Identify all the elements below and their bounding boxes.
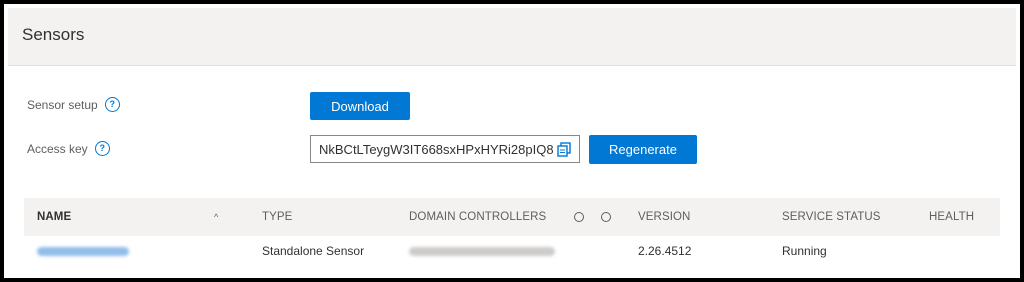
- access-key-field[interactable]: NkBCtLTeygW3IT668sxHPxHYRi28pIQ8: [310, 135, 580, 163]
- domain-controller-value: [409, 240, 555, 262]
- sensor-service-status: Running: [782, 244, 827, 258]
- sort-ascending-icon[interactable]: ^: [214, 198, 218, 236]
- column-options-icon[interactable]: [574, 198, 584, 236]
- copy-icon[interactable]: [555, 140, 573, 158]
- download-button[interactable]: Download: [310, 92, 410, 120]
- column-header-version[interactable]: VERSION: [638, 198, 690, 236]
- page-title: Sensors: [22, 25, 85, 44]
- help-icon[interactable]: ?: [94, 141, 110, 156]
- sensors-table-header: NAME ^ TYPE DOMAIN CONTROLLERS VERSION S…: [24, 198, 1000, 236]
- column-options-icon[interactable]: [601, 198, 611, 236]
- access-key-row: Access key ?: [27, 141, 110, 156]
- column-header-health[interactable]: HEALTH: [929, 198, 974, 236]
- sensor-setup-row: Sensor setup ?: [27, 97, 120, 112]
- sensors-panel: Sensors Sensor setup ? Download Access k…: [0, 0, 1024, 282]
- redacted-domain-controller: [409, 246, 555, 256]
- sensor-type: Standalone Sensor: [262, 244, 365, 258]
- sensor-version: 2.26.4512: [638, 244, 692, 258]
- column-header-domain-controllers[interactable]: DOMAIN CONTROLLERS: [409, 198, 546, 236]
- regenerate-button[interactable]: Regenerate: [589, 135, 697, 164]
- sensor-name-link[interactable]: [37, 240, 129, 262]
- page-header: Sensors: [8, 8, 1016, 66]
- sensor-setup-label: Sensor setup: [27, 97, 98, 112]
- help-icon[interactable]: ?: [104, 97, 120, 112]
- access-key-label: Access key: [27, 141, 88, 156]
- column-header-type[interactable]: TYPE: [262, 198, 292, 236]
- column-header-name[interactable]: NAME: [37, 198, 71, 236]
- access-key-value[interactable]: NkBCtLTeygW3IT668sxHPxHYRi28pIQ8: [311, 142, 555, 157]
- column-header-service-status[interactable]: SERVICE STATUS: [782, 198, 881, 236]
- redacted-sensor-name: [37, 246, 129, 256]
